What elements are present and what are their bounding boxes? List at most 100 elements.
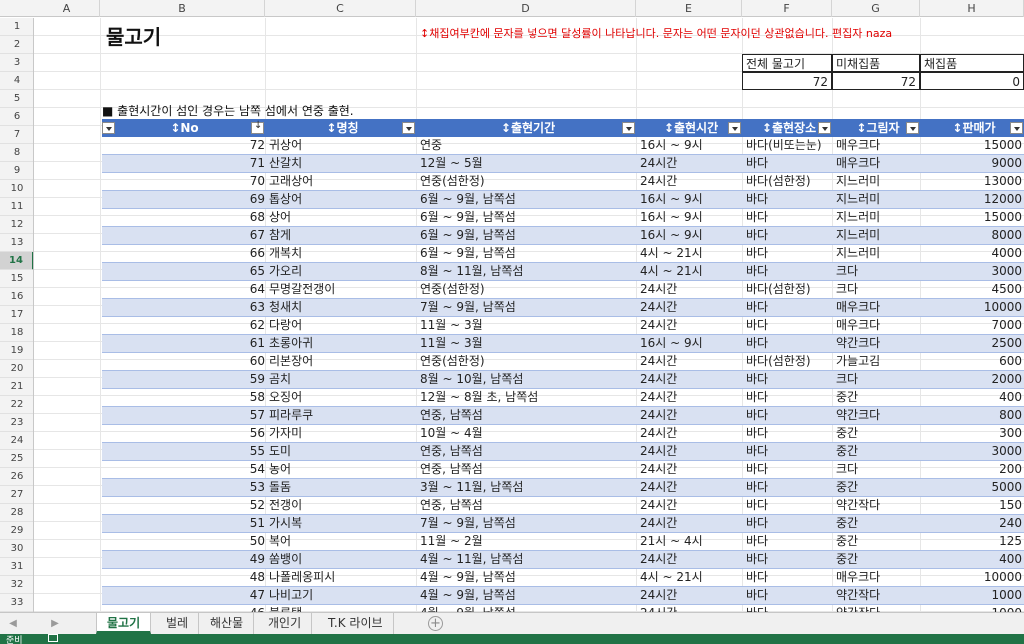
filter-dropdown-icon[interactable]	[818, 122, 831, 134]
table-cell: 9000	[991, 156, 1022, 170]
worksheet-grid[interactable]: 물고기 ↕채집여부칸에 문자를 넣으면 달성률이 나타납니다. 문자는 어떤 문…	[34, 18, 1024, 612]
row-header-32[interactable]: 32	[0, 576, 33, 594]
column-header-d[interactable]: D	[416, 0, 636, 17]
table-row[interactable]: 67 참게 6월 ~ 9월, 남쪽섬 16시 ~ 9시 바다 지느러미 8000	[102, 227, 1024, 245]
table-row[interactable]: 63 청새치 7월 ~ 9월, 남쪽섬 24시간 바다 매우크다 10000	[102, 299, 1024, 317]
row-header-23[interactable]: 23	[0, 414, 33, 432]
table-row[interactable]: 53 돌돔 3월 ~ 11월, 남쪽섬 24시간 바다 중간 5000	[102, 479, 1024, 497]
row-header-25[interactable]: 25	[0, 450, 33, 468]
row-header-30[interactable]: 30	[0, 540, 33, 558]
row-header-2[interactable]: 2	[0, 36, 33, 54]
filter-dropdown-icon[interactable]	[102, 122, 115, 134]
table-row[interactable]: 65 가오리 8월 ~ 11월, 남쪽섬 4시 ~ 21시 바다 크다 3000	[102, 263, 1024, 281]
filter-dropdown-icon[interactable]	[251, 120, 264, 134]
table-cell: 16시 ~ 9시	[640, 228, 703, 242]
row-header-24[interactable]: 24	[0, 432, 33, 450]
prev-sheet-arrow-icon[interactable]: ◀	[6, 616, 20, 631]
table-row[interactable]: 70 고래상어 연중(섬한정) 24시간 바다(섬한정) 지느러미 13000	[102, 173, 1024, 191]
table-row[interactable]: 59 곰치 8월 ~ 10월, 남쪽섬 24시간 바다 크다 2000	[102, 371, 1024, 389]
sheet-tab-0[interactable]: 물고기	[96, 613, 152, 634]
table-row[interactable]: 46 블루탱4월 ~ 9월, 남쪽섬24시간바다약간작다1000	[102, 605, 1024, 612]
row-header-29[interactable]: 29	[0, 522, 33, 540]
table-row[interactable]: 68 상어 6월 ~ 9월, 남쪽섬 16시 ~ 9시 바다 지느러미 15000	[102, 209, 1024, 227]
next-sheet-arrow-icon[interactable]: ▶	[48, 616, 62, 631]
sheet-tab-3[interactable]: 개인기	[258, 613, 313, 634]
row-header-18[interactable]: 18	[0, 324, 33, 342]
row-header-22[interactable]: 22	[0, 396, 33, 414]
table-row[interactable]: 47 나비고기 4월 ~ 9월, 남쪽섬 24시간 바다 약간작다 1000	[102, 587, 1024, 605]
row-header-6[interactable]: 6	[0, 108, 33, 126]
row-header-13[interactable]: 13	[0, 234, 33, 252]
column-header-f[interactable]: F	[742, 0, 832, 17]
table-row[interactable]: 62 다랑어 11월 ~ 3월 24시간 바다 매우크다 7000	[102, 317, 1024, 335]
column-header-e[interactable]: E	[636, 0, 742, 17]
row-header-11[interactable]: 11	[0, 198, 33, 216]
table-row[interactable]: 66 개복치 6월 ~ 9월, 남쪽섬 4시 ~ 21시 바다 지느러미 4000	[102, 245, 1024, 263]
table-row[interactable]: 57 피라루쿠 연중, 남쪽섬 24시간 바다 약간크다 800	[102, 407, 1024, 425]
sheet-tab-1[interactable]: 벌레	[156, 613, 200, 634]
add-sheet-icon[interactable]: +	[428, 616, 443, 631]
row-header-31[interactable]: 31	[0, 558, 33, 576]
filter-dropdown-icon[interactable]	[1010, 122, 1023, 134]
row-header-4[interactable]: 4	[0, 72, 33, 90]
sheet-tab-4[interactable]: T.K 라이브	[318, 613, 394, 634]
table-row[interactable]: 52 전갱이 연중, 남쪽섬 24시간 바다 약간작다 150	[102, 497, 1024, 515]
table-row[interactable]: 54 농어 연중, 남쪽섬 24시간 바다 크다 200	[102, 461, 1024, 479]
summary-value-0[interactable]: 72	[742, 72, 832, 90]
filter-dropdown-icon[interactable]	[402, 122, 415, 134]
summary-value-1[interactable]: 72	[832, 72, 920, 90]
table-cell: 지느러미	[836, 192, 881, 206]
table-row[interactable]: 69 톱상어 6월 ~ 9월, 남쪽섬 16시 ~ 9시 바다 지느러미 12000	[102, 191, 1024, 209]
filter-dropdown-icon[interactable]	[728, 122, 741, 134]
table-row[interactable]: 60 리본장어 연중(섬한정) 24시간 바다(섬한정) 가늘고김 600	[102, 353, 1024, 371]
row-header-17[interactable]: 17	[0, 306, 33, 324]
table-cell: 12월 ~ 5월	[420, 156, 483, 170]
row-header-19[interactable]: 19	[0, 342, 33, 360]
sheet-tab-2[interactable]: 해산물	[200, 613, 255, 634]
table-row[interactable]: 49 쏨뱅이 4월 ~ 11월, 남쪽섬 24시간 바다 중간 400	[102, 551, 1024, 569]
row-header-1[interactable]: 1	[0, 18, 33, 36]
column-header-g[interactable]: G	[832, 0, 920, 17]
table-cell: 7월 ~ 9월, 남쪽섬	[420, 300, 516, 314]
table-cell: 62	[249, 318, 265, 332]
filter-dropdown-icon[interactable]	[906, 122, 919, 134]
column-header-h[interactable]: H	[920, 0, 1024, 17]
row-header-33[interactable]: 33	[0, 594, 33, 612]
row-header-12[interactable]: 12	[0, 216, 33, 234]
column-header-c[interactable]: C	[265, 0, 416, 17]
row-header-20[interactable]: 20	[0, 360, 33, 378]
table-row[interactable]: 50 복어 11월 ~ 2월 21시 ~ 4시 바다 중간 125	[102, 533, 1024, 551]
table-cell: 200	[999, 462, 1022, 476]
table-row[interactable]: 71 산갈치 12월 ~ 5월 24시간 바다 매우크다 9000	[102, 155, 1024, 173]
table-cell: 54	[249, 462, 265, 476]
row-header-26[interactable]: 26	[0, 468, 33, 486]
row-header-7[interactable]: 7	[0, 126, 33, 144]
summary-value-2[interactable]: 0	[920, 72, 1024, 90]
column-header-a[interactable]: A	[34, 0, 100, 17]
column-header-b[interactable]: B	[100, 0, 265, 17]
macro-record-icon[interactable]	[48, 634, 58, 642]
table-row[interactable]: 64 무명갈전갱이 연중(섬한정) 24시간 바다(섬한정) 크다 4500	[102, 281, 1024, 299]
row-header-15[interactable]: 15	[0, 270, 33, 288]
row-header-28[interactable]: 28	[0, 504, 33, 522]
table-cell: 4월 ~ 9월, 남쪽섬	[420, 588, 516, 602]
table-row[interactable]: 61 초롱아귀 11월 ~ 3월 16시 ~ 9시 바다 약간크다 2500	[102, 335, 1024, 353]
row-header-27[interactable]: 27	[0, 486, 33, 504]
table-row[interactable]: 56 가자미 10월 ~ 4월 24시간 바다 중간 300	[102, 425, 1024, 443]
table-cell: 중간	[836, 552, 859, 566]
row-header-16[interactable]: 16	[0, 288, 33, 306]
row-header-3[interactable]: 3	[0, 54, 33, 72]
row-header-5[interactable]: 5	[0, 90, 33, 108]
filter-dropdown-icon[interactable]	[622, 122, 635, 134]
table-cell: 400	[999, 390, 1022, 404]
row-header-14[interactable]: 14	[0, 252, 33, 270]
table-row[interactable]: 55 도미 연중, 남쪽섬 24시간 바다 중간 3000	[102, 443, 1024, 461]
row-header-8[interactable]: 8	[0, 144, 33, 162]
table-row[interactable]: 72 귀상어 연중 16시 ~ 9시 바다(비또는눈) 매우크다 15000	[102, 137, 1024, 155]
row-header-21[interactable]: 21	[0, 378, 33, 396]
row-header-9[interactable]: 9	[0, 162, 33, 180]
table-row[interactable]: 51 가시복 7월 ~ 9월, 남쪽섬 24시간 바다 중간 240	[102, 515, 1024, 533]
row-header-10[interactable]: 10	[0, 180, 33, 198]
table-row[interactable]: 58 오징어 12월 ~ 8월 초, 남쪽섬 24시간 바다 중간 400	[102, 389, 1024, 407]
table-row[interactable]: 48 나폴레옹피시 4월 ~ 9월, 남쪽섬 4시 ~ 21시 바다 매우크다 10000	[102, 569, 1024, 587]
